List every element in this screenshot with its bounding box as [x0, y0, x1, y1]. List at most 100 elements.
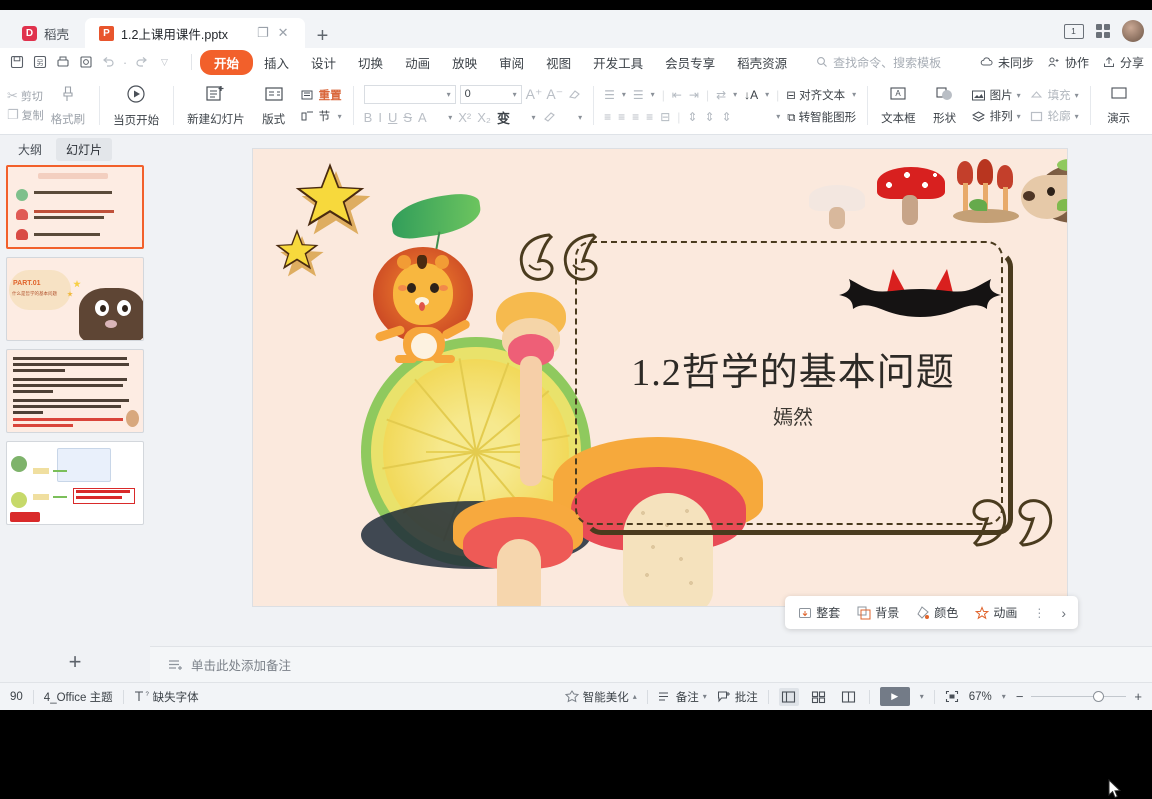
chevron-down-icon[interactable]: ▾	[733, 90, 737, 99]
cut-button[interactable]: ✂剪切	[7, 88, 44, 104]
font-size-input[interactable]: 0 ▾	[460, 85, 522, 104]
avatar[interactable]	[1122, 20, 1144, 42]
numbered-list-icon[interactable]: ☰	[633, 88, 644, 102]
zoom-in-button[interactable]: +	[1126, 689, 1142, 704]
chevron-down-icon[interactable]: ▾	[703, 692, 707, 701]
chevron-down-icon[interactable]: ▾	[1075, 112, 1079, 121]
color-button[interactable]: 颜色	[909, 601, 965, 624]
smart-art-button[interactable]: ⧉ 转智能图形	[787, 109, 856, 125]
tab-daoke[interactable]: D 稻壳	[8, 18, 85, 48]
menu-item-member[interactable]: 会员专享	[654, 50, 726, 75]
increase-indent-icon[interactable]: ⇥	[689, 88, 699, 102]
justify-icon[interactable]: ≡	[646, 110, 653, 124]
text-box-button[interactable]: A 文本框	[874, 85, 923, 126]
expand-panel-icon[interactable]: ›	[1055, 605, 1072, 621]
menu-item-slideshow[interactable]: 放映	[441, 50, 488, 75]
zoom-level[interactable]: 67%	[969, 691, 992, 703]
background-button[interactable]: 背景	[850, 601, 906, 624]
arrange-button[interactable]: 排列 ▾	[971, 108, 1021, 124]
zoom-out-button[interactable]: −	[1016, 689, 1032, 704]
chevron-down-icon[interactable]: ▾	[920, 692, 924, 701]
comments-button[interactable]: 批注	[717, 689, 758, 705]
chevron-down-icon[interactable]: ▾	[776, 112, 780, 121]
bullet-list-icon[interactable]: ☰	[604, 88, 615, 102]
chevron-down-icon[interactable]: ▾	[447, 90, 451, 99]
present-button[interactable]: 演示	[1097, 85, 1141, 126]
print-icon[interactable]	[52, 52, 73, 73]
chevron-down-icon[interactable]: ▾	[852, 90, 856, 99]
customize-qat-icon[interactable]: ▽	[154, 52, 175, 73]
copy-button[interactable]: ❐复制	[7, 107, 44, 123]
reset-button[interactable]: 重置	[300, 87, 342, 103]
distribute-icon[interactable]: ⊟	[660, 110, 670, 124]
slide-sorter-icon[interactable]	[809, 688, 829, 706]
chevron-down-icon[interactable]: ▾	[532, 113, 536, 122]
italic-button[interactable]: I	[378, 110, 382, 125]
save-icon[interactable]	[6, 52, 27, 73]
align-right-icon[interactable]: ≡	[632, 110, 639, 124]
start-show-button[interactable]: 当页开始	[106, 83, 166, 128]
text-direction-icon[interactable]: ⇄	[716, 88, 726, 102]
underline-button[interactable]: U	[388, 110, 397, 125]
chevron-down-icon[interactable]: ▾	[448, 113, 452, 122]
superscript-button[interactable]: X²	[458, 110, 471, 125]
undo-dropdown-icon[interactable]: ·	[121, 52, 129, 73]
save-as-icon[interactable]: 另	[29, 52, 50, 73]
reading-view-icon[interactable]	[839, 688, 859, 706]
clear-format-icon[interactable]	[567, 87, 582, 101]
subscript-button[interactable]: X₂	[477, 110, 491, 125]
beautify-button[interactable]: 智能美化 ▴	[565, 689, 637, 705]
menu-item-transition[interactable]: 切换	[347, 50, 394, 75]
new-slide-button[interactable]: 新建幻灯片	[180, 84, 252, 127]
zoom-slider[interactable]: − +	[1016, 689, 1142, 704]
print-preview-icon[interactable]	[75, 52, 96, 73]
share-button[interactable]: 分享	[1102, 54, 1144, 71]
notes-toggle-button[interactable]: 备注 ▾	[658, 689, 707, 705]
theme-name[interactable]: 4_Office 主题	[44, 689, 113, 705]
format-painter-button[interactable]: 格式刷	[44, 84, 93, 127]
slide-canvas[interactable]: 1.2哲学的基本问题 嫣然	[253, 149, 1067, 606]
single-page-view-icon[interactable]: 1	[1064, 24, 1084, 39]
paragraph-spacing-icon[interactable]: ⇕	[704, 110, 714, 124]
menu-item-daoke-resource[interactable]: 稻壳资源	[726, 50, 798, 75]
new-tab-button[interactable]: +	[305, 26, 341, 48]
grow-font-icon[interactable]: A⁺	[526, 86, 543, 103]
chevron-down-icon[interactable]: ▾	[1017, 91, 1021, 100]
menu-item-review[interactable]: 审阅	[488, 50, 535, 75]
tab-outline[interactable]: 大纲	[8, 138, 52, 161]
bold-button[interactable]: B	[364, 110, 373, 125]
collaborate-button[interactable]: 协作	[1047, 54, 1089, 71]
slide-thumbnail-3[interactable]	[6, 349, 144, 433]
menu-item-design[interactable]: 设计	[300, 50, 347, 75]
decrease-indent-icon[interactable]: ⇤	[672, 88, 682, 102]
chevron-down-icon[interactable]: ▾	[513, 90, 517, 99]
column-icon[interactable]: ⇕	[722, 110, 732, 124]
redo-icon[interactable]	[131, 52, 152, 73]
chevron-down-icon[interactable]: ▾	[1017, 112, 1021, 121]
menu-item-insert[interactable]: 插入	[253, 50, 300, 75]
tab-close-icon[interactable]: ✕	[278, 25, 289, 41]
tab-presentation-file[interactable]: P 1.2上课用课件.pptx ❐ ✕	[85, 18, 305, 48]
outline-button[interactable]: 轮廓 ▾	[1029, 108, 1079, 124]
chevron-up-icon[interactable]: ▴	[633, 692, 637, 701]
align-left-icon[interactable]: ≡	[604, 110, 611, 124]
font-name-input[interactable]: ▾	[364, 85, 456, 104]
chevron-down-icon[interactable]: ▾	[651, 90, 655, 99]
more-options-icon[interactable]: ⋮	[1027, 606, 1052, 620]
section-button[interactable]: 节 ▾	[300, 108, 342, 124]
chevron-down-icon[interactable]: ▾	[622, 90, 626, 99]
normal-view-icon[interactable]	[779, 688, 799, 706]
undo-icon[interactable]	[98, 52, 119, 73]
multi-page-view-icon[interactable]	[1096, 24, 1111, 39]
cloud-sync-button[interactable]: 未同步	[980, 54, 1034, 71]
notes-bar[interactable]: 单击此处添加备注	[150, 646, 1152, 682]
picture-button[interactable]: 图片 ▾	[971, 87, 1021, 103]
tab-slides[interactable]: 幻灯片	[56, 138, 112, 161]
search-input[interactable]: 查找命令、搜索模板	[816, 54, 941, 71]
align-center-icon[interactable]: ≡	[618, 110, 625, 124]
slide-thumbnail-2[interactable]: PART.01 什么是哲学的基本问题	[6, 257, 144, 341]
chevron-down-icon[interactable]: ▾	[1075, 91, 1079, 100]
menu-item-start[interactable]: 开始	[200, 50, 253, 75]
menu-item-animation[interactable]: 动画	[394, 50, 441, 75]
line-spacing-icon[interactable]: ⇕	[687, 110, 697, 124]
